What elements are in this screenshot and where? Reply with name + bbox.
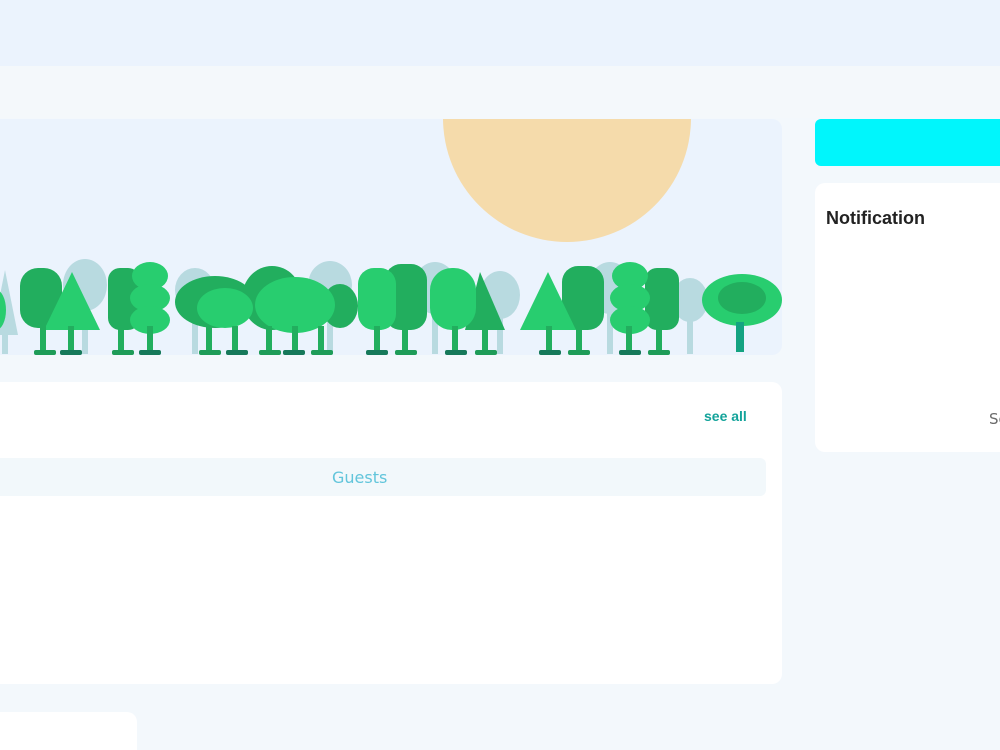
top-navigation-bar [0,0,1000,66]
bottom-card [0,712,137,750]
guests-column-header: Guests [332,468,388,487]
notification-title: Notification [826,208,925,228]
sun-shape [443,119,691,242]
primary-action-button[interactable] [815,119,1000,166]
guests-panel [0,382,782,684]
forest-illustration [0,119,782,355]
hero-banner [0,119,782,355]
sub-header-bar [0,66,1000,118]
notification-footer-link[interactable]: Se [989,410,1000,428]
see-all-link[interactable]: see all [704,408,747,424]
